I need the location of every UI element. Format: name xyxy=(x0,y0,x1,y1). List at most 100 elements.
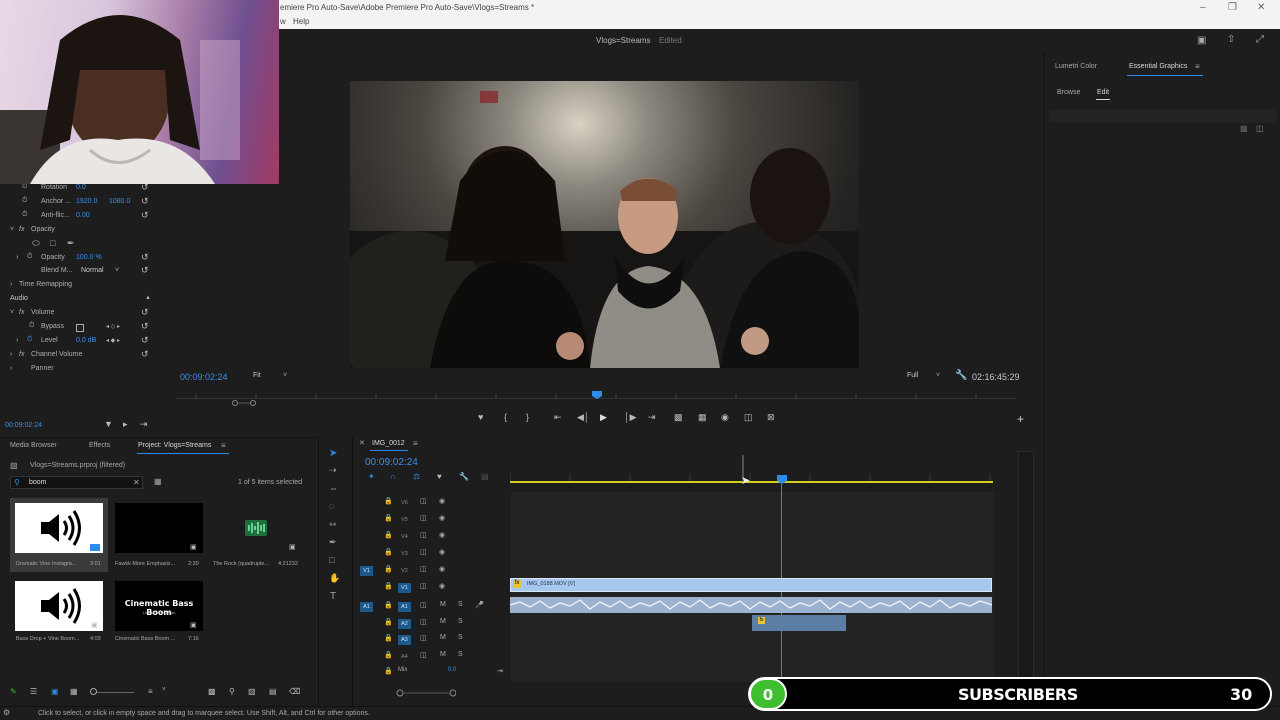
filter-icon[interactable]: ▼ xyxy=(104,419,113,429)
track-label[interactable]: A1 xyxy=(398,602,411,612)
comparison-view-icon[interactable]: ◫ xyxy=(744,412,753,423)
add-marker-icon[interactable]: ♥ xyxy=(437,472,442,481)
play-icon[interactable]: ▶ xyxy=(600,412,607,423)
tab-lumetri-color[interactable]: Lumetri Color xyxy=(1055,63,1097,70)
reset-icon[interactable]: ↺ xyxy=(141,349,149,360)
selection-tool-icon[interactable]: ➤ xyxy=(329,448,337,459)
expand-arrow-icon[interactable]: › xyxy=(16,254,18,261)
add-marker-icon[interactable]: ♥ xyxy=(478,412,483,422)
quality-dropdown[interactable]: Full xyxy=(907,372,918,379)
zoom-slider[interactable] xyxy=(90,688,134,695)
audio-clip-a1[interactable] xyxy=(510,597,992,613)
eye-icon[interactable]: ◉ xyxy=(439,548,445,556)
mix-end-icon[interactable]: ⇥ xyxy=(497,667,503,675)
reset-icon[interactable]: ↺ xyxy=(141,252,149,263)
search-input-box[interactable]: ⚲ boom ✕ xyxy=(10,476,143,489)
video-clip[interactable]: fx IMG_0188.MOV [V] xyxy=(510,578,992,592)
blend-mode-select[interactable]: Normal xyxy=(81,267,104,274)
lock-icon[interactable]: 🔒 xyxy=(384,634,393,642)
workspace-icon[interactable]: ▣ xyxy=(1197,35,1206,46)
track-label[interactable]: V6 xyxy=(398,498,411,508)
keyframe-nav-icon[interactable]: ◂ ◆ ▸ xyxy=(106,337,120,344)
track-label[interactable]: V3 xyxy=(398,549,411,559)
channel-volume-row[interactable]: › fx Channel Volume ↺ xyxy=(0,349,156,365)
track-label[interactable]: A4 xyxy=(398,652,411,662)
rectangle-mask-icon[interactable]: □ xyxy=(50,238,55,248)
subtab-browse[interactable]: Browse xyxy=(1057,89,1080,96)
sync-lock-icon[interactable]: ◫ xyxy=(420,601,427,609)
expand-arrow-icon[interactable]: › xyxy=(10,365,12,372)
add-button-icon[interactable]: + xyxy=(1017,412,1024,426)
solo-button[interactable]: S xyxy=(458,634,463,641)
track-label[interactable]: V5 xyxy=(398,515,411,525)
keyframe-nav-icon[interactable]: ◂ ◇ ▸ xyxy=(106,323,120,330)
camera-icon[interactable]: ◉ xyxy=(721,412,729,423)
level-value[interactable]: 0.0 dB xyxy=(76,337,96,344)
search-input[interactable]: boom xyxy=(29,479,47,486)
track-label[interactable]: V4 xyxy=(398,532,411,542)
type-tool-icon[interactable]: T xyxy=(330,591,336,602)
play-only-audio-icon[interactable]: ▸ xyxy=(123,419,128,430)
find-icon[interactable]: ⚲ xyxy=(229,687,235,696)
reset-icon[interactable]: ↺ xyxy=(141,307,149,318)
new-item-icon[interactable]: ▤ xyxy=(269,687,277,696)
mark-out-icon[interactable]: } xyxy=(526,412,529,422)
stopwatch-icon[interactable]: ⏱ xyxy=(22,211,27,219)
chevron-down-icon[interactable]: ˅ xyxy=(115,267,119,274)
share-icon[interactable]: ⇧ xyxy=(1227,34,1235,45)
collapse-icon[interactable]: ▲ xyxy=(145,295,151,301)
automate-to-sequence-icon[interactable]: ▩ xyxy=(208,687,216,696)
zoom-scrollbar[interactable] xyxy=(232,400,256,406)
sync-lock-icon[interactable]: ◫ xyxy=(420,618,427,626)
timeline-ruler[interactable] xyxy=(510,455,993,485)
proxy-toggle-icon[interactable]: ⊠ xyxy=(767,412,775,423)
eye-icon[interactable]: ◉ xyxy=(439,514,445,522)
volume-header-row[interactable]: ˅ fx Volume ↺ xyxy=(0,307,156,323)
nest-icon[interactable]: ✦ xyxy=(368,472,375,481)
lock-icon[interactable]: 🔒 xyxy=(384,548,393,556)
sync-lock-icon[interactable]: ◫ xyxy=(420,497,427,505)
panel-menu-icon[interactable]: ≡ xyxy=(413,439,418,448)
linked-selection-icon[interactable]: ⚖ xyxy=(413,472,420,481)
ripple-edit-tool-icon[interactable]: ⇔ xyxy=(329,483,338,493)
bypass-checkbox[interactable] xyxy=(76,324,84,332)
freeform-view-icon[interactable]: ▦ xyxy=(70,687,78,696)
fullscreen-icon[interactable]: ⤢ xyxy=(1256,34,1264,45)
mute-button[interactable]: M xyxy=(440,651,446,658)
maximize-icon[interactable]: ❐ xyxy=(1228,2,1237,13)
sync-lock-icon[interactable]: ◫ xyxy=(420,651,427,659)
reset-icon[interactable]: ↺ xyxy=(141,196,149,207)
solo-button[interactable]: S xyxy=(458,618,463,625)
expand-arrow-icon[interactable]: ˅ xyxy=(10,309,14,316)
sort-icon[interactable]: ≡ xyxy=(148,687,153,696)
sync-lock-icon[interactable]: ◫ xyxy=(420,531,427,539)
expand-arrow-icon[interactable]: › xyxy=(10,281,12,288)
lock-icon[interactable]: 🔒 xyxy=(384,565,393,573)
lock-icon[interactable]: 🔒 xyxy=(384,601,393,609)
lock-icon[interactable]: 🔒 xyxy=(384,497,393,505)
captions-icon[interactable]: ▤ xyxy=(481,472,489,481)
mark-in-icon[interactable]: { xyxy=(504,412,507,422)
sync-lock-icon[interactable]: ◫ xyxy=(420,582,427,590)
fx-icon[interactable]: fx xyxy=(19,309,24,316)
solo-button[interactable]: S xyxy=(458,651,463,658)
fx-icon[interactable]: fx xyxy=(19,226,24,233)
clip-thumbnail[interactable] xyxy=(212,503,300,553)
pencil-icon[interactable]: ✎ xyxy=(10,687,17,696)
time-remapping-row[interactable]: › Time Remapping xyxy=(0,281,156,295)
menu-item-help[interactable]: Help xyxy=(293,17,309,26)
program-timecode[interactable]: 00:09:02:24 xyxy=(180,372,228,382)
mute-button[interactable]: M xyxy=(440,634,446,641)
sync-lock-icon[interactable]: ◫ xyxy=(420,634,427,642)
trash-icon[interactable]: ⌫ xyxy=(289,687,300,696)
step-back-icon[interactable]: ◀│ xyxy=(577,412,590,423)
go-to-out-icon[interactable]: ⇥ xyxy=(648,412,656,423)
eye-icon[interactable]: ◉ xyxy=(439,565,445,573)
wrench-icon[interactable]: 🔧 xyxy=(955,370,967,381)
stopwatch-icon[interactable]: ⏱ xyxy=(29,322,34,330)
antiflicker-value[interactable]: 0.00 xyxy=(76,212,90,219)
opacity-value[interactable]: 100.0 % xyxy=(76,254,102,261)
reset-icon[interactable]: ↺ xyxy=(141,210,149,221)
lock-icon[interactable]: 🔒 xyxy=(384,582,393,590)
subtab-edit[interactable]: Edit xyxy=(1097,89,1109,96)
